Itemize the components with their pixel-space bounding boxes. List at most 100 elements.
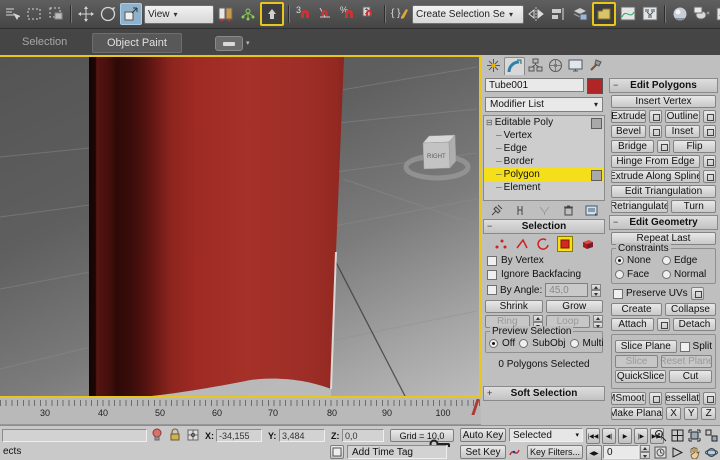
mirror-icon[interactable] — [526, 4, 546, 24]
ignore-backfacing-checkbox-row[interactable]: Ignore Backfacing — [487, 269, 601, 280]
show-end-result-icon[interactable] — [513, 203, 527, 217]
use-pivot-point-icon[interactable] — [216, 4, 236, 24]
hierarchy-panel-tab[interactable] — [526, 57, 545, 74]
adaptive-degradation-lightbulb-icon[interactable] — [150, 428, 164, 442]
ribbon-minimize-arrow-icon[interactable]: ▾ — [246, 39, 250, 47]
go-to-start-button[interactable]: |◀◀ — [586, 428, 600, 444]
track-bar[interactable]: 30 40 50 60 70 80 90 100 — [0, 398, 481, 425]
preview-subobj-radio[interactable] — [519, 339, 528, 348]
extrude-along-spline-settings-button[interactable] — [703, 170, 716, 183]
inset-settings-button[interactable] — [703, 125, 716, 138]
hinge-from-edge-button[interactable]: Hinge From Edge — [611, 155, 700, 168]
inset-button[interactable]: Inset — [665, 125, 700, 138]
stack-item-editable-poly[interactable]: ⊟ Editable Poly — [484, 116, 604, 129]
bevel-button[interactable]: Bevel — [611, 125, 646, 138]
selection-lock-icon[interactable] — [168, 428, 182, 442]
material-editor-icon[interactable] — [670, 4, 690, 24]
modifier-list-dropdown[interactable]: Modifier List ▾ — [485, 97, 603, 112]
viewcube[interactable]: RIGHT — [406, 135, 468, 178]
select-and-manipulate-icon[interactable] — [238, 4, 258, 24]
field-of-view-icon[interactable] — [670, 445, 684, 459]
cut-button[interactable]: Cut — [669, 370, 712, 383]
msmooth-settings-button[interactable] — [649, 392, 662, 405]
by-vertex-checkbox[interactable] — [487, 256, 497, 266]
select-and-move-icon[interactable] — [76, 4, 96, 24]
extrude-button[interactable]: Extrude — [611, 110, 646, 123]
rendered-frame-window-icon[interactable] — [714, 4, 720, 24]
soft-selection-rollout-header[interactable]: + Soft Selection — [483, 386, 605, 401]
make-planar-y-button[interactable]: Y — [684, 407, 699, 420]
key-filters-button[interactable]: Key Filters... — [527, 445, 583, 459]
configure-modifier-sets-icon[interactable] — [585, 203, 599, 217]
preview-off-radio[interactable] — [489, 339, 498, 348]
edge-subobject-icon[interactable] — [515, 237, 529, 251]
bevel-settings-button[interactable] — [649, 125, 662, 138]
stack-item-vertex[interactable]: ─ Vertex — [484, 129, 604, 142]
tab-selection[interactable]: Selection — [8, 33, 81, 51]
pin-stack-icon[interactable] — [489, 203, 503, 217]
keyboard-shortcut-override-icon[interactable] — [260, 2, 284, 26]
display-panel-tab[interactable] — [566, 57, 585, 74]
reset-plane-button[interactable]: Reset Plane — [661, 355, 712, 368]
set-key-filters-curve-icon[interactable] — [509, 445, 523, 459]
zoom-extents-icon[interactable] — [687, 428, 701, 442]
make-planar-x-button[interactable]: X — [666, 407, 681, 420]
constraint-none-radio[interactable] — [615, 256, 624, 265]
motion-panel-tab[interactable] — [546, 57, 565, 74]
element-subobject-icon[interactable] — [580, 237, 594, 251]
spinner-snap-toggle-icon[interactable] — [360, 4, 380, 24]
x-coordinate-field[interactable]: -34,155 — [216, 429, 262, 442]
selection-rollout-header[interactable]: − Selection — [483, 219, 605, 234]
absolute-offset-mode-icon[interactable] — [186, 428, 200, 442]
make-unique-icon[interactable] — [537, 203, 551, 217]
hinge-from-edge-settings-button[interactable] — [703, 155, 716, 168]
constraint-face-radio[interactable] — [615, 270, 624, 279]
zoom-icon[interactable] — [653, 428, 667, 442]
turn-button[interactable]: Turn — [671, 200, 716, 213]
layer-manager-icon[interactable] — [570, 4, 590, 24]
constraint-edge-radio[interactable] — [662, 256, 671, 265]
frame-spinner[interactable] — [640, 445, 650, 459]
selection-filter-dropdown[interactable]: Selected ▾ — [509, 428, 583, 442]
time-tag-icon[interactable] — [330, 445, 344, 459]
curve-editor-icon[interactable] — [618, 4, 638, 24]
utilities-panel-tab[interactable] — [586, 57, 605, 74]
key-mode-toggle-button[interactable]: ◀▶ — [586, 445, 602, 460]
align-icon[interactable] — [548, 4, 568, 24]
create-button[interactable]: Create — [611, 303, 662, 316]
detach-button[interactable]: Detach — [673, 318, 716, 331]
preview-multi-radio[interactable] — [570, 339, 579, 348]
y-coordinate-field[interactable]: 3,484 — [279, 429, 325, 442]
reference-coordinate-dropdown[interactable]: View ▾ — [144, 5, 214, 24]
insert-vertex-button[interactable]: Insert Vertex — [611, 95, 716, 108]
attach-button[interactable]: Attach — [611, 318, 654, 331]
by-vertex-checkbox-row[interactable]: By Vertex — [487, 255, 601, 266]
snaps-toggle-icon[interactable]: 3 — [294, 4, 314, 24]
modify-panel-tab[interactable] — [504, 57, 525, 75]
make-planar-z-button[interactable]: Z — [701, 407, 716, 420]
grow-button[interactable]: Grow — [546, 300, 604, 313]
rectangular-selection-region-icon[interactable] — [24, 4, 44, 24]
previous-frame-button[interactable]: ◀| — [602, 428, 616, 444]
polygon-subobject-icon[interactable] — [557, 236, 573, 252]
tessellate-button[interactable]: Tessellate — [665, 392, 700, 405]
border-subobject-icon[interactable] — [536, 237, 550, 251]
remove-modifier-icon[interactable] — [561, 203, 575, 217]
object-color-swatch[interactable] — [587, 78, 603, 94]
collapse-button[interactable]: Collapse — [665, 303, 716, 316]
z-coordinate-field[interactable]: 0,0 — [342, 429, 384, 442]
stack-item-element[interactable]: ─ Element — [484, 181, 604, 194]
graphite-modeling-ribbon-icon[interactable] — [592, 2, 616, 26]
percent-snap-toggle-icon[interactable]: % — [338, 4, 358, 24]
perspective-viewport[interactable]: RIGHT — [0, 55, 481, 398]
bridge-button[interactable]: Bridge — [611, 140, 654, 153]
tessellate-settings-button[interactable] — [703, 392, 716, 405]
preserve-uvs-row[interactable]: Preserve UVs — [613, 287, 714, 300]
stack-item-edge[interactable]: ─ Edge — [484, 142, 604, 155]
flip-button[interactable]: Flip — [673, 140, 716, 153]
edit-named-selection-sets-icon[interactable]: { } — [390, 4, 410, 24]
collapse-minus-icon[interactable]: ⊟ — [486, 118, 493, 127]
edit-polygons-rollout-header[interactable]: − Edit Polygons — [609, 78, 718, 93]
extrude-along-spline-button[interactable]: Extrude Along Spline — [611, 170, 700, 183]
make-planar-button[interactable]: Make Planar — [611, 407, 663, 420]
